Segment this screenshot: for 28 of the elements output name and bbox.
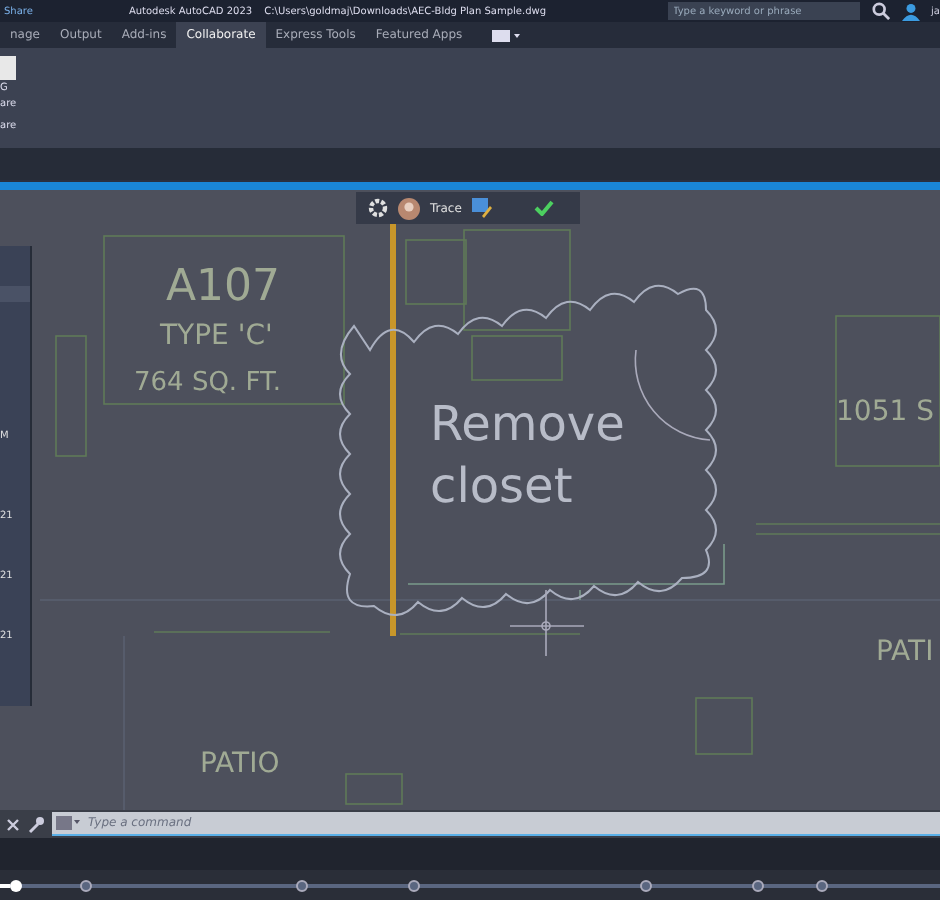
panel-header [0, 286, 30, 302]
chapter-marker[interactable] [80, 880, 92, 892]
markup-text: closet [430, 458, 573, 514]
room-label: 1051 S [836, 396, 934, 428]
room-label: TYPE 'C' [160, 320, 273, 352]
check-icon[interactable] [533, 200, 554, 216]
room-label: PATI [876, 636, 934, 668]
panel-toggle-icon[interactable] [492, 27, 521, 43]
chapter-marker[interactable] [296, 880, 308, 892]
room-label: 764 SQ. FT. [134, 368, 281, 398]
room-label: PATIO [200, 748, 280, 780]
room-label: A107 [166, 262, 281, 312]
chapter-marker[interactable] [816, 880, 828, 892]
chapter-marker[interactable] [408, 880, 420, 892]
chapter-marker[interactable] [752, 880, 764, 892]
wrench-icon[interactable] [28, 815, 44, 833]
video-timeline[interactable] [0, 884, 940, 888]
close-icon[interactable] [6, 817, 20, 831]
command-history-icon[interactable] [56, 816, 80, 830]
crosshair-cursor [509, 589, 585, 657]
avatar-icon[interactable] [398, 197, 420, 219]
chapter-marker[interactable] [640, 880, 652, 892]
playhead-handle[interactable] [9, 880, 22, 892]
markup-text: Remove [430, 396, 625, 452]
search-icon[interactable] [871, 2, 890, 20]
settings-icon[interactable] [368, 198, 388, 218]
user-icon[interactable] [901, 1, 920, 21]
markup-icon[interactable] [471, 198, 492, 218]
